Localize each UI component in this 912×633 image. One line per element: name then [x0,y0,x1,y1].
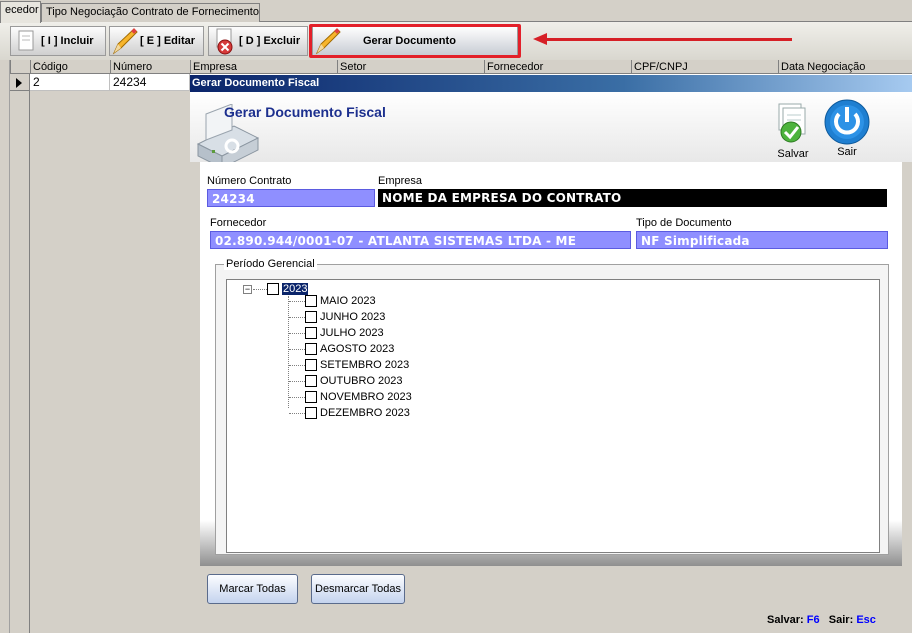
tree-connector [289,333,305,334]
periodo-gerencial-group: Período Gerencial − 2023 MAIO 2023 JUNHO… [215,258,889,555]
month-checkbox[interactable] [305,391,317,403]
tree-connector [289,397,305,398]
tree-connector [253,289,267,290]
salvar-button[interactable]: Salvar [768,101,818,160]
tipo-documento-field[interactable]: NF Simplificada [636,231,888,249]
tipo-documento-label: Tipo de Documento [636,217,732,229]
incluir-label: [ I ] Incluir [41,35,94,47]
collapse-icon[interactable]: − [243,285,252,294]
tree-connector [289,301,305,302]
month-checkbox[interactable] [305,407,317,419]
tree-node-year[interactable]: 2023 [282,282,309,296]
cell-numero[interactable]: 24234 [110,74,190,91]
form-header: Gerar Documento Fiscal Salvar Sair [190,92,912,169]
desmarcar-todas-button[interactable]: Desmarcar Todas [311,574,405,604]
month-checkbox[interactable] [305,311,317,323]
column-fornecedor[interactable]: Fornecedor [485,60,632,74]
power-icon [824,99,870,145]
tree-node-month[interactable]: JULHO 2023 [320,326,384,340]
column-empresa[interactable]: Empresa [191,60,338,74]
tree-node-month[interactable]: DEZEMBRO 2023 [320,406,410,420]
excluir-button[interactable]: [ D ] Excluir [208,26,308,56]
tree-connector [289,381,305,382]
row-pointer-icon [10,74,30,91]
gerar-documento-fiscal-window: Gerar Documento Fiscal Gerar Documento F… [190,75,912,633]
tree-connector [289,349,305,350]
save-check-icon [778,103,806,143]
month-checkbox[interactable] [305,343,317,355]
row-indicator-column [10,75,30,633]
sair-button[interactable]: Sair [822,98,872,158]
fornecedor-field[interactable]: 02.890.944/0001-07 - ATLANTA SISTEMAS LT… [210,231,631,249]
editar-label: [ E ] Editar [140,35,196,47]
arrow-line [546,38,792,41]
column-setor[interactable]: Setor [338,60,485,74]
tree-node-month[interactable]: JUNHO 2023 [320,310,385,324]
tree-node-month[interactable]: OUTUBRO 2023 [320,374,403,388]
fornecedor-label: Fornecedor [210,217,267,229]
window-title: Gerar Documento Fiscal [190,75,912,92]
tab-label: Tipo Negociação Contrato de Fornecimento [46,6,259,18]
cell-codigo[interactable]: 2 [30,74,110,91]
sair-label: Sair [837,146,857,158]
salvar-label: Salvar [777,148,809,160]
grid-header-indicator [11,60,31,74]
status-salvar-label: Salvar: [767,614,804,626]
tree-node-month[interactable]: AGOSTO 2023 [320,342,394,356]
left-panel [0,60,10,633]
status-bar: Salvar: F6 Sair: Esc [767,614,876,626]
highlight-box [309,24,521,58]
tab-fornecedor[interactable]: ecedor [0,1,41,23]
excluir-label: [ D ] Excluir [239,35,301,47]
tab-tipo-negociacao[interactable]: Tipo Negociação Contrato de Fornecimento [41,3,260,22]
tree-node-month[interactable]: NOVEMBRO 2023 [320,390,412,404]
tree-connector [289,317,305,318]
tree-node-month[interactable]: SETEMBRO 2023 [320,358,409,372]
column-codigo[interactable]: Código [31,60,111,74]
empresa-label: Empresa [378,175,423,187]
column-cpf-cnpj[interactable]: CPF/CNPJ [632,60,779,74]
document-icon [11,27,41,55]
marcar-todas-button[interactable]: Marcar Todas [207,574,298,604]
tree-connector [288,296,289,408]
status-salvar-key: F6 [806,614,820,626]
delete-icon [209,27,239,55]
tree-node-month[interactable]: MAIO 2023 [320,294,376,308]
numero-contrato-field[interactable]: 24234 [207,189,375,207]
editar-button[interactable]: [ E ] Editar [109,26,204,56]
tab-label: ecedor [5,4,39,16]
status-sair-key: Esc [856,614,876,626]
status-sair-label: Sair: [828,614,854,626]
table-row[interactable]: 2 24234 [10,74,190,91]
month-checkbox[interactable] [305,295,317,307]
column-data-negociacao[interactable]: Data Negociação [779,60,912,74]
grid-empty-area [10,75,190,633]
column-numero[interactable]: Número [111,60,191,74]
month-checkbox[interactable] [305,375,317,387]
empresa-field[interactable]: NOME DA EMPRESA DO CONTRATO [378,189,887,207]
year-checkbox[interactable] [267,283,279,295]
periodo-tree[interactable]: − 2023 MAIO 2023 JUNHO 2023 JULHO 2023 A… [226,279,880,553]
month-checkbox[interactable] [305,359,317,371]
header-title: Gerar Documento Fiscal [224,104,386,120]
arrow-icon [533,33,547,45]
tab-strip: ecedor Tipo Negociação Contrato de Forne… [0,0,912,23]
tree-connector [289,365,305,366]
year-label: 2023 [282,283,309,295]
numero-contrato-label: Número Contrato [207,175,292,187]
tree-connector [289,413,305,414]
incluir-button[interactable]: [ I ] Incluir [10,26,106,56]
periodo-gerencial-label: Período Gerencial [224,258,317,270]
pencil-icon [110,27,140,55]
grid-header: Código Número Empresa Setor Fornecedor C… [11,60,912,74]
month-checkbox[interactable] [305,327,317,339]
